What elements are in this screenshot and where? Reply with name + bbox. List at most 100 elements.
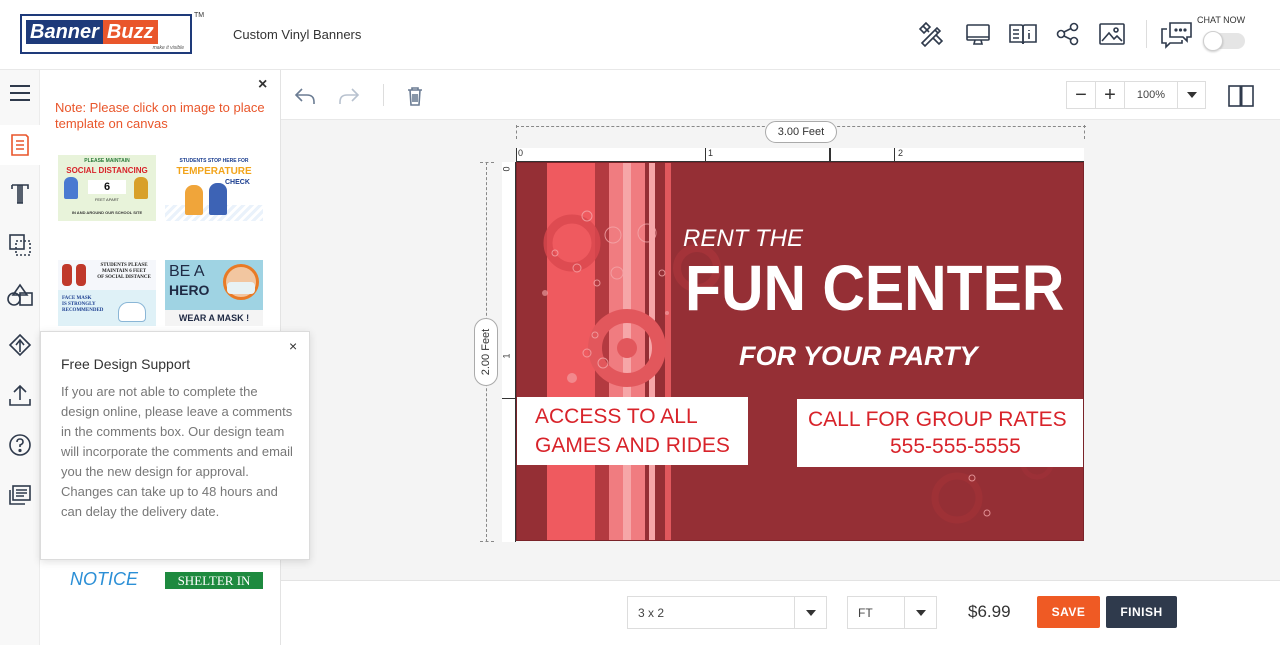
banner-line-rent[interactable]: RENT THE [683,225,803,253]
banner-canvas[interactable]: RENT THE FUN CENTER FOR YOUR PARTY ACCES… [516,162,1084,541]
save-button[interactable]: SAVE [1037,596,1100,628]
bottom-bar: 3 x 2 FT $6.99 SAVE FINISH [281,580,1280,645]
ruler-marker [502,398,515,399]
unit-select[interactable]: FT [847,596,937,629]
chat-icon[interactable] [1160,20,1194,49]
logo-text-banner: Banner [26,20,103,44]
price: $6.99 [968,602,1011,621]
size-select[interactable]: 3 x 2 [627,596,827,629]
support-body: If you are not able to complete the desi… [61,384,293,519]
banner-line-party[interactable]: FOR YOUR PARTY [739,341,978,372]
hero-mask [227,282,255,294]
kid-figure [134,177,148,199]
thumb-text: TEMPERATURE [176,166,252,177]
templates-icon[interactable] [0,125,40,165]
ruler-left: 0 1 [502,162,516,542]
box-text: ACCESS TO ALL [535,405,698,428]
chevron-down-icon[interactable] [1178,82,1205,108]
zoom-value[interactable]: 100% [1125,82,1178,108]
finish-button[interactable]: FINISH [1106,596,1177,628]
ruler-tick [894,148,895,161]
support-title: Free Design Support [61,356,191,372]
ruler-label: 1 [501,353,512,359]
delete-button[interactable] [401,82,429,110]
notice-template[interactable]: NOTICE [58,565,156,595]
help-icon[interactable] [0,425,40,465]
zoom-out-button[interactable]: − [1067,82,1096,108]
ruler-marker [829,148,831,161]
width-dimension-tick [1084,125,1085,139]
thumb-text: BE A [169,263,205,280]
logo-tagline: make it visible [152,45,184,51]
comments-icon[interactable] [0,475,40,515]
thumb-text: FEET APART [94,197,119,202]
thumb-text: CHECK [225,179,250,186]
preview-monitor-icon[interactable] [964,20,992,48]
banner-box-games[interactable]: ACCESS TO ALL GAMES AND RIDES [517,397,748,465]
background-icon[interactable] [0,325,40,365]
thumb-text: STUDENTS PLEASE MAINTAIN 6 FEET OF SOCIA… [94,263,154,281]
toolbar-divider [383,84,384,106]
kid-figure [62,264,72,286]
size-select-value: 3 x 2 [638,606,665,620]
width-dimension-tick [516,125,517,139]
thumb-text: FACE MASK IS STRONGLY RECOMMENDED [62,296,122,314]
redo-button[interactable] [335,82,363,110]
undo-button[interactable] [291,82,319,110]
ruler-tick [516,148,517,161]
panel-toggle-icon[interactable] [1227,82,1255,110]
chat-now-label: CHAT NOW [1197,15,1246,25]
shapes-icon[interactable] [0,275,40,315]
thumb-text: WEAR A MASK ! [165,310,263,326]
design-tools-icon[interactable] [917,20,945,48]
social-distancing-template[interactable]: PLEASE MAINTAIN SOCIAL DISTANCING 6 FEET… [58,155,156,221]
height-label: 2.00 Feet [474,318,498,386]
banner-box-rates[interactable]: CALL FOR GROUP RATES 555-555-5555 [797,399,1083,467]
toggle-knob [1203,31,1223,51]
thumb-text-line: RECOMMENDED [62,308,104,313]
logo-trademark: TM [194,12,205,19]
panel-close-button[interactable]: × [258,76,267,94]
height-dimension-tick [480,162,494,163]
wear-a-mask-template[interactable]: BE A HERO WEAR A MASK ! [165,260,263,326]
thumb-text: SHELTER IN [177,573,251,588]
header-divider [1146,20,1147,48]
students-distance-template[interactable]: STUDENTS PLEASE MAINTAIN 6 FEET OF SOCIA… [58,260,156,326]
canvas-workspace: 3.00 Feet 2.00 Feet 0 1 2 0 1 RENT THE F… [281,120,1280,580]
kid-figure [76,264,86,286]
shelter-in-place-template[interactable]: SHELTER IN [165,572,263,589]
banner-line-fun-center[interactable]: FUN CENTER [685,251,1064,325]
menu-icon[interactable] [0,73,40,113]
support-close-button[interactable]: × [289,338,297,354]
temperature-check-template[interactable]: STUDENTS STOP HERE FOR TEMPERATURE CHECK [165,155,263,221]
product-title: Custom Vinyl Banners [233,27,362,42]
text-icon[interactable] [0,174,40,214]
image-icon[interactable] [1098,20,1126,48]
chat-now-toggle[interactable] [1203,31,1245,51]
specs-book-icon[interactable] [1008,20,1037,48]
chevron-down-icon[interactable] [904,597,936,628]
ruler-label: 0 [501,166,512,172]
canvas-toolbar: − + 100% [281,70,1280,120]
ruler-label: 0 [518,148,524,158]
thumb-text: SOCIAL DISTANCING [66,166,148,175]
ruler-top: 0 1 2 [516,148,1084,162]
box-text: CALL FOR GROUP RATES [808,408,1067,431]
panel-note: Note: Please click on image to place tem… [55,100,265,131]
width-label: 3.00 Feet [765,121,837,143]
thumb-text-line: OF SOCIAL DISTANCE [97,275,151,280]
ruler-label: 1 [708,148,714,158]
bannerbuzz-logo[interactable]: Banner Buzz make it visible [20,14,192,54]
thumb-text: IN AND AROUND OUR SCHOOL SITE [71,210,143,215]
mask-figure [118,302,146,322]
share-icon[interactable] [1054,20,1082,48]
app-header: Banner Buzz make it visible TM Custom Vi… [0,0,1280,70]
upload-icon[interactable] [0,375,40,415]
tool-rail [0,70,40,645]
logo-text-buzz: Buzz [102,20,158,44]
clipart-icon[interactable] [0,225,40,265]
height-label-text: 2.00 Feet [480,328,492,376]
zoom-in-button[interactable]: + [1096,82,1125,108]
box-text: GAMES AND RIDES [535,434,730,457]
chevron-down-icon[interactable] [794,597,826,628]
